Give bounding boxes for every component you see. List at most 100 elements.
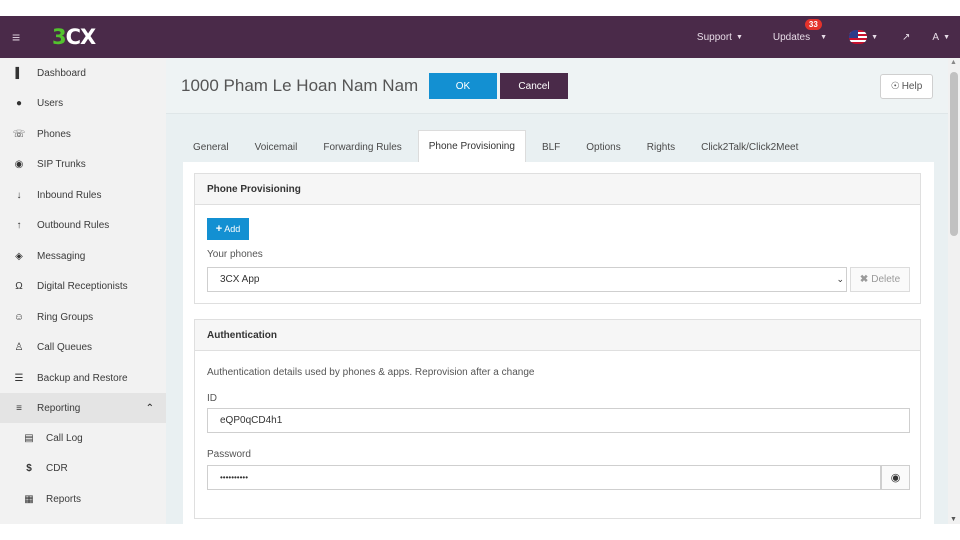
caret-down-icon: ▼ [820, 33, 828, 41]
sidebar-item-users[interactable]: ● Users [0, 88, 166, 118]
arrow-down-icon: ↓ [16, 189, 22, 201]
database-icon: ☰ [14, 372, 24, 384]
sidebar-item-ring-groups[interactable]: ☺ Ring Groups [0, 302, 166, 332]
sidebar-item-dashboard[interactable]: ▌ Dashboard [0, 58, 166, 88]
sidebar-item-inbound-rules[interactable]: ↓ Inbound Rules [0, 180, 166, 210]
plus-icon: + [215, 223, 223, 235]
user-menu[interactable]: A ▼ [932, 32, 950, 43]
chevron-up-icon[interactable]: ⌃ [146, 403, 154, 414]
sidebar-item-messaging[interactable]: ◈ Messaging [0, 241, 166, 271]
chat-icon: ◈ [15, 250, 23, 262]
scroll-down-icon[interactable]: ▼ [950, 516, 957, 523]
page-header: 1000 Pham Le Hoan Nam Nam OK Cancel ☉ He… [166, 58, 948, 114]
your-phones-label: Your phones [207, 249, 263, 260]
caret-down-icon: ▼ [943, 33, 950, 41]
user-icon: ● [15, 97, 23, 109]
cancel-button[interactable]: Cancel [500, 73, 568, 99]
page-scrollbar[interactable]: ▲ ▼ [948, 58, 960, 524]
fullscreen-button[interactable]: ↗ [902, 32, 910, 43]
sidebar-item-label: Call Queues [37, 341, 93, 353]
selected-phone: 3CX App [220, 274, 260, 285]
sidebar-item-label: CDR [46, 462, 68, 474]
list-icon: ≡ [16, 402, 22, 414]
hamburger-menu-icon[interactable]: ≡ [12, 29, 20, 45]
sidebar: ▌ Dashboard ● Users ☏ Phones ◉ SIP Trunk… [0, 58, 166, 524]
show-password-button[interactable]: ◉ [881, 465, 910, 490]
sidebar-item-label: Call Log [46, 432, 83, 444]
sidebar-item-label: Messaging [37, 250, 86, 262]
add-phone-button[interactable]: + Add [207, 218, 249, 240]
panel-heading: Phone Provisioning [195, 174, 920, 205]
globe-icon: ◉ [14, 158, 24, 170]
support-label: Support [696, 31, 732, 43]
sidebar-item-reports[interactable]: ▦ Reports [0, 484, 166, 514]
report-icon: ▦ [24, 493, 34, 505]
password-label: Password [207, 449, 251, 460]
ok-button[interactable]: OK [429, 73, 497, 99]
headset-icon: Ω [15, 280, 23, 292]
auth-description: Authentication details used by phones & … [207, 367, 535, 378]
sidebar-item-sip-trunks[interactable]: ◉ SIP Trunks [0, 149, 166, 179]
sidebar-item-call-queues[interactable]: ♙ Call Queues [0, 332, 166, 362]
expand-icon: ↗ [902, 31, 911, 43]
user-label: A [932, 31, 940, 43]
tab-bar: General Voicemail Forwarding Rules Phone… [183, 130, 814, 162]
top-nav-items: Support ▼ Updates 33 ▼ ▼ ↗ A ▼ [697, 16, 960, 58]
scroll-up-icon[interactable]: ▲ [950, 59, 957, 66]
phone-provisioning-panel: Phone Provisioning + Add Your phones 3CX… [194, 173, 921, 304]
password-field[interactable]: •••••••••• [207, 465, 881, 490]
caret-down-icon: ▼ [735, 33, 743, 41]
tab-blf[interactable]: BLF [532, 132, 570, 162]
help-button[interactable]: ☉ Help [880, 74, 933, 99]
document-icon: ▤ [24, 432, 34, 444]
language-menu[interactable]: ▼ [849, 30, 878, 44]
delete-button[interactable]: ✖ Delete [850, 267, 910, 292]
sidebar-item-label: Reporting [37, 402, 81, 414]
chevron-down-icon: ⌄ [836, 274, 844, 284]
authentication-panel: Authentication Authentication details us… [194, 319, 921, 519]
sidebar-item-label: Outbound Rules [37, 219, 110, 231]
tab-options[interactable]: Options [576, 132, 630, 162]
sidebar-item-label: SIP Trunks [37, 158, 86, 170]
tab-voicemail[interactable]: Voicemail [245, 132, 308, 162]
sidebar-item-cdr[interactable]: $ CDR [0, 453, 166, 483]
sidebar-item-digital-receptionists[interactable]: Ω Digital Receptionists [0, 271, 166, 301]
sidebar-item-label: Reports [46, 493, 82, 505]
sidebar-item-label: Dashboard [37, 67, 86, 79]
sidebar-item-label: Backup and Restore [37, 372, 128, 384]
help-circle-icon: ☉ [890, 81, 900, 92]
dollar-icon: $ [26, 462, 32, 474]
password-value: •••••••••• [220, 473, 249, 482]
sidebar-item-label: Users [37, 97, 64, 109]
page-title: 1000 Pham Le Hoan Nam Nam [181, 76, 419, 95]
tab-phone-provisioning[interactable]: Phone Provisioning [417, 130, 526, 162]
eye-icon: ◉ [890, 472, 901, 484]
sidebar-item-label: Inbound Rules [37, 189, 102, 201]
phone-icon: ☏ [12, 128, 26, 140]
tab-general[interactable]: General [183, 132, 239, 162]
bar-chart-icon: ▌ [15, 67, 23, 79]
close-icon: ✖ [859, 274, 869, 285]
app-logo[interactable]: 3CX [52, 25, 96, 49]
us-flag-icon [849, 30, 868, 44]
sidebar-item-call-log[interactable]: ▤ Call Log [0, 423, 166, 453]
main-content: 1000 Pham Le Hoan Nam Nam OK Cancel ☉ He… [166, 58, 948, 524]
panel-heading: Authentication [195, 320, 920, 351]
support-menu[interactable]: Support ▼ [697, 32, 743, 43]
sidebar-item-backup-and-restore[interactable]: ☰ Backup and Restore [0, 363, 166, 393]
tab-click2talk[interactable]: Click2Talk/Click2Meet [691, 132, 808, 162]
updates-label: Updates [772, 31, 811, 43]
sidebar-item-phones[interactable]: ☏ Phones [0, 119, 166, 149]
sidebar-item-outbound-rules[interactable]: ↑ Outbound Rules [0, 210, 166, 240]
updates-count-badge: 33 [804, 18, 822, 30]
help-label: Help [901, 81, 923, 92]
scrollbar-thumb[interactable] [950, 72, 958, 236]
users-icon: ♙ [14, 341, 24, 353]
updates-menu[interactable]: Updates 33 ▼ [772, 18, 828, 43]
id-field[interactable]: eQP0qCD4h1 [207, 408, 910, 433]
phones-select[interactable]: 3CX App ⌄ [207, 267, 847, 292]
tab-rights[interactable]: Rights [637, 132, 685, 162]
sidebar-item-label: Phones [37, 128, 71, 140]
sidebar-item-reporting[interactable]: ≡ Reporting ⌃ [0, 393, 166, 423]
tab-forwarding-rules[interactable]: Forwarding Rules [313, 132, 411, 162]
